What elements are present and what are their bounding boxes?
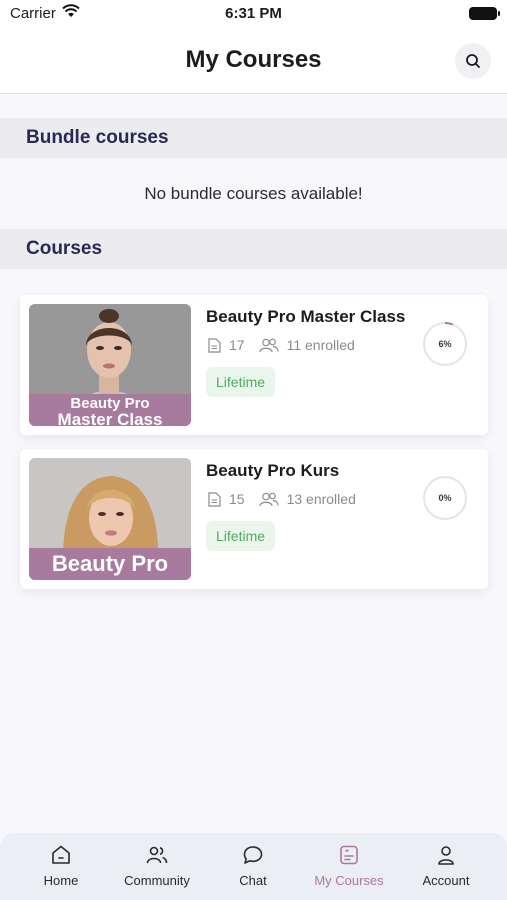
tab-community[interactable]: Community	[107, 843, 207, 888]
bundle-empty-message: No bundle courses available!	[144, 184, 363, 203]
tab-account[interactable]: Account	[396, 843, 496, 888]
nav-header: My Courses	[0, 30, 507, 94]
course-meta: 17 11 enrolled	[208, 337, 355, 353]
search-button[interactable]	[455, 43, 491, 79]
courses-section-header: Courses	[0, 229, 507, 269]
status-bar: Carrier 6:31 PM	[0, 0, 507, 30]
bottom-tab-bar: Home Community Chat My Courses Account	[0, 833, 507, 900]
clock: 6:31 PM	[225, 5, 282, 22]
tab-label: Chat	[239, 873, 267, 888]
tab-label: Home	[43, 873, 79, 888]
search-icon	[466, 54, 480, 68]
course-card[interactable]: Beauty Pro Beauty Pro Kurs 15 13 enrolle…	[20, 449, 488, 589]
account-icon	[438, 846, 454, 865]
thumbnail-title-line1: Beauty Pro	[70, 395, 150, 412]
tab-home[interactable]: Home	[11, 843, 111, 888]
tab-label: My Courses	[314, 873, 384, 888]
enrolled-count: 13 enrolled	[286, 491, 356, 507]
thumbnail-banner: Beauty Pro Master Class	[29, 394, 191, 426]
progress-percent: 0%	[438, 493, 452, 503]
lesson-count: 17	[229, 337, 245, 353]
course-thumbnail: Beauty Pro	[29, 458, 191, 580]
my-courses-icon	[340, 845, 358, 865]
thumbnail-title-line2: Master Class	[57, 410, 163, 426]
chat-icon	[243, 846, 263, 864]
thumbnail-title-line1: Beauty Pro	[51, 551, 169, 576]
enrolled-count: 11 enrolled	[286, 337, 355, 353]
tab-my-courses[interactable]: My Courses	[299, 843, 399, 888]
community-icon	[146, 846, 168, 864]
battery-icon	[469, 7, 500, 20]
tab-label: Account	[422, 873, 470, 888]
course-card[interactable]: Beauty Pro Master Class Beauty Pro Maste…	[20, 295, 488, 435]
course-thumbnail: Beauty Pro Master Class	[29, 304, 191, 426]
lessons-icon	[208, 491, 221, 507]
enrolled-users-icon	[258, 492, 279, 506]
course-meta: 15 13 enrolled	[208, 491, 356, 507]
progress-percent: 6%	[438, 339, 452, 349]
course-title: Beauty Pro Master Class	[206, 307, 406, 326]
page-title: My Courses	[185, 46, 322, 73]
access-badge: Lifetime	[206, 521, 276, 551]
access-badge: Lifetime	[206, 367, 276, 397]
thumbnail-banner: Beauty Pro	[29, 548, 191, 580]
home-icon	[52, 845, 70, 864]
course-title: Beauty Pro Kurs	[206, 461, 340, 480]
enrolled-users-icon	[258, 338, 279, 352]
tab-chat[interactable]: Chat	[203, 843, 303, 888]
bundle-section-header: Bundle courses	[0, 118, 507, 158]
lessons-icon	[208, 337, 221, 353]
tab-label: Community	[124, 873, 190, 888]
lesson-count: 15	[229, 491, 245, 507]
